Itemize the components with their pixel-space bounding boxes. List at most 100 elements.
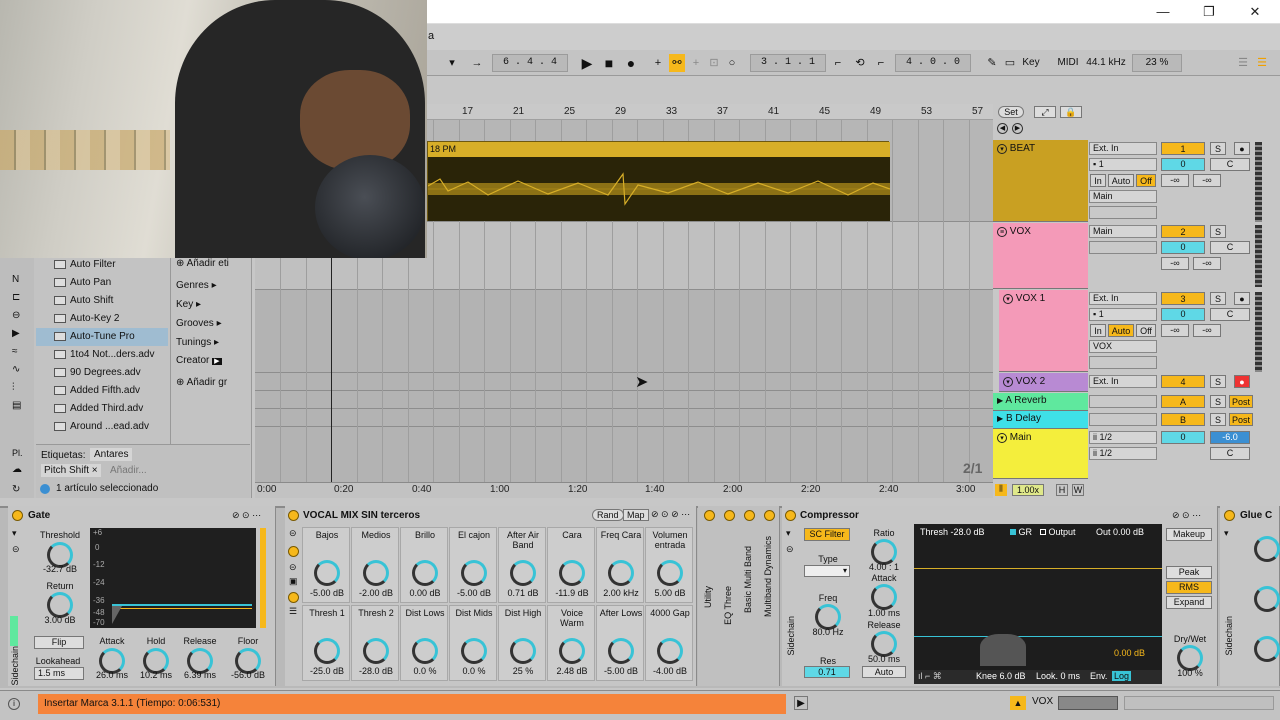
maximize-button[interactable]: ❐	[1186, 0, 1232, 24]
tag-antares[interactable]: Antares	[90, 448, 133, 461]
draw-mode-icon[interactable]: ✎	[984, 54, 1000, 72]
track-header-beat[interactable]: ▾ BEAT	[993, 140, 1088, 222]
lane-vox2[interactable]	[255, 373, 993, 391]
rack-sidebar-icons[interactable]: ⊝	[289, 528, 297, 539]
track-activator[interactable]: 1	[1161, 142, 1205, 155]
browser-item[interactable]: Auto Filter	[54, 256, 116, 274]
macro-control[interactable]: Dist Mids 0.0 %	[449, 605, 497, 681]
solo-button[interactable]: S	[1210, 375, 1226, 388]
fold-icon[interactable]: ▾	[12, 528, 17, 539]
macro-toggle-icon[interactable]	[288, 592, 299, 603]
capture-icon[interactable]: ⊡	[706, 54, 722, 72]
log-button[interactable]: Log	[1112, 671, 1132, 681]
device-on-icon[interactable]	[12, 510, 23, 521]
cue-volume[interactable]: 0	[1161, 431, 1205, 444]
macro-control[interactable]: Cara -11.9 dB	[547, 527, 595, 603]
loop-length[interactable]: 4 . 0 . 0	[895, 54, 971, 72]
arrangement-position[interactable]: 6 . 4 . 4	[492, 54, 568, 72]
lane-vox1[interactable]	[255, 290, 993, 373]
device-on-icon[interactable]	[1224, 510, 1235, 521]
multiband-dynamics-label[interactable]: Multiband Dynamics	[763, 536, 773, 617]
monitor-off[interactable]: Off	[1136, 174, 1156, 187]
track-header-vox[interactable]: ≡ VOX	[993, 223, 1088, 289]
flip-button[interactable]: Flip	[34, 636, 84, 649]
category-key[interactable]: Key ▸	[176, 299, 201, 310]
loop-switch-icon[interactable]: ○	[724, 54, 740, 72]
output-select[interactable]: VOX	[1089, 340, 1157, 353]
macro-value[interactable]: 0.00 dB	[401, 588, 449, 598]
mini-device-overview[interactable]	[1058, 696, 1118, 710]
samples-icon[interactable]: ∿	[12, 364, 20, 375]
lookahead-value[interactable]: Look. 0 ms	[1036, 671, 1080, 681]
device-options-icon[interactable]: ⊘ ⊙ ⋯	[1172, 510, 1201, 521]
peak-button[interactable]: Peak	[1166, 566, 1212, 579]
fold-track-icon[interactable]: ▾	[1003, 377, 1013, 387]
macro-knob[interactable]	[363, 560, 389, 586]
output-toggle[interactable]: Output	[1040, 527, 1076, 537]
browser-item[interactable]: Auto Pan	[54, 274, 111, 292]
loop-icon[interactable]: ⟲	[850, 54, 870, 72]
monitor-auto[interactable]: Auto	[1108, 324, 1134, 337]
tag-add-field[interactable]: Añadir...	[110, 465, 147, 476]
fold-track-icon[interactable]: ▾	[997, 433, 1007, 443]
macro-value[interactable]: -2.00 dB	[352, 588, 400, 598]
browser-item[interactable]: 1to4 Not...ders.adv	[54, 346, 155, 364]
send-b[interactable]: -∞	[1193, 174, 1221, 187]
stop-button[interactable]: ■	[600, 54, 618, 72]
track-header-reverb[interactable]: ▶ A Reverb	[993, 393, 1088, 411]
post-button[interactable]: Post	[1229, 395, 1253, 408]
grid-icon[interactable]: ⫼	[995, 484, 1007, 496]
attack-knob[interactable]	[871, 584, 897, 610]
macro-control[interactable]: Volumen entrada 5.00 dB	[645, 527, 693, 603]
minimize-button[interactable]: —	[1140, 0, 1186, 24]
clip-icon[interactable]: ⊖	[12, 310, 20, 321]
freq-value[interactable]: 80.0 Hz	[804, 627, 852, 637]
volume-field[interactable]: 0	[1161, 158, 1205, 171]
fold-icon[interactable]: ▾	[786, 528, 791, 539]
macro-knob[interactable]	[657, 560, 683, 586]
macro-value[interactable]: -5.00 dB	[450, 588, 498, 598]
device-options-icon[interactable]: ⊘ ⊙ ⋯	[232, 510, 261, 521]
rms-button[interactable]: RMS	[1166, 581, 1212, 594]
punch-icon[interactable]: +	[688, 54, 704, 72]
track-activator[interactable]: B	[1161, 413, 1205, 426]
browser-item[interactable]: Auto Shift	[54, 292, 113, 310]
send-a[interactable]: -∞	[1161, 174, 1189, 187]
knee-shape-icons[interactable]: ıl ⌐ ⌘	[918, 671, 942, 682]
utility-label[interactable]: Utility	[703, 586, 713, 608]
track-header-delay[interactable]: ▶ B Delay	[993, 411, 1088, 429]
headphone-icon[interactable]: ⊝	[289, 562, 297, 573]
camera-icon[interactable]: ▣	[289, 576, 298, 587]
headphone-icon[interactable]: ⊝	[12, 544, 20, 555]
auto-release-button[interactable]: Auto	[862, 666, 906, 678]
solo-button[interactable]: S	[1210, 292, 1226, 305]
macro-control[interactable]: Medios -2.00 dB	[351, 527, 399, 603]
attack-value[interactable]: 1.00 ms	[860, 608, 908, 618]
threshold-readout[interactable]: Thresh -28.0 dB	[920, 527, 985, 537]
pan-field[interactable]: C	[1210, 308, 1250, 321]
macro-knob[interactable]	[510, 560, 536, 586]
macro-value[interactable]: -5.00 dB	[597, 666, 645, 676]
prev-locator-icon[interactable]: ◀	[997, 123, 1008, 134]
macro-control[interactable]: Thresh 2 -28.0 dB	[351, 605, 399, 681]
threshold-line[interactable]	[112, 604, 252, 606]
send-a[interactable]: -∞	[1161, 324, 1189, 337]
macro-control[interactable]: Dist Lows 0.0 %	[400, 605, 448, 681]
arm-button[interactable]: ●	[1234, 292, 1250, 305]
automation-arm-icon[interactable]: ⚯	[669, 54, 685, 72]
places-label-icon[interactable]: Pl.	[12, 448, 23, 458]
play-icon[interactable]: ▶	[997, 396, 1003, 405]
play-button[interactable]: ▶	[578, 54, 596, 72]
device-on-icon[interactable]	[785, 510, 796, 521]
send-b[interactable]: -∞	[1193, 257, 1221, 270]
macro-control[interactable]: Freq Cara 2.00 kHz	[596, 527, 644, 603]
macro-value[interactable]: 25 %	[499, 666, 547, 676]
browser-item[interactable]: Auto-Key 2	[54, 310, 119, 328]
main-volume-field[interactable]: -6.0	[1210, 431, 1250, 444]
browser-item[interactable]: Around ...ead.adv	[54, 418, 149, 436]
track-activator[interactable]: 4	[1161, 375, 1205, 388]
overview-icon[interactable]: ☰	[1236, 54, 1250, 72]
multiband-on-icon[interactable]	[744, 510, 755, 521]
pan-field[interactable]: C	[1210, 447, 1250, 460]
macro-knob[interactable]	[657, 638, 683, 664]
